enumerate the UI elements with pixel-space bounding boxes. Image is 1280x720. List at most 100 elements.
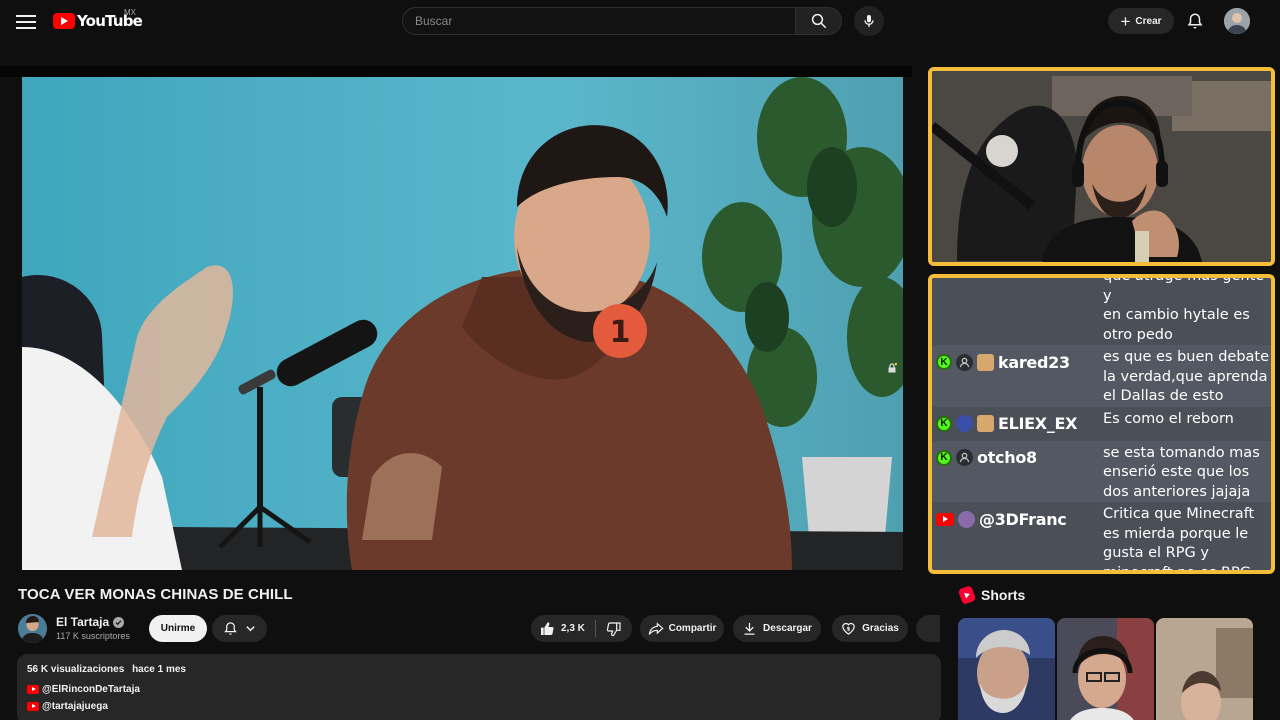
user-avatar: [977, 415, 994, 432]
video-player[interactable]: 1: [22, 77, 903, 570]
top-bar: YouTube MX + Crear: [0, 0, 1280, 42]
search-bar: [402, 7, 842, 35]
short-thumbnail[interactable]: [958, 618, 1055, 720]
download-icon: [744, 622, 755, 635]
thanks-label: Gracias: [862, 623, 899, 634]
youtube-icon: [27, 702, 39, 711]
chat-message-text: Critica que Minecraft es mierda porque l…: [1103, 506, 1255, 574]
chat-message: K ELIEX_EX Es como el reborn: [932, 407, 1271, 441]
kick-badge-icon: K: [936, 354, 952, 370]
plus-icon: +: [1120, 11, 1131, 31]
short-thumbnail[interactable]: [1156, 618, 1253, 720]
join-button[interactable]: Unirme: [149, 615, 207, 642]
chat-message-text: se esta tomando mas enserió este que los…: [1103, 444, 1260, 500]
chevron-down-icon: [246, 626, 255, 632]
video-title: TOCA VER MONAS CHINAS DE CHILL: [18, 586, 293, 603]
streamer-webcam: [928, 67, 1275, 266]
chat-message-text: Es como el reborn: [1103, 410, 1234, 427]
short-thumbnail[interactable]: [1057, 618, 1154, 720]
share-label: Compartir: [668, 623, 717, 634]
chat-username: @3DFranc: [979, 509, 1067, 529]
download-button[interactable]: Descargar: [733, 615, 821, 642]
microphone-icon: [864, 15, 874, 27]
shorts-icon: [957, 585, 977, 605]
chat-message-text: es que es buen debate la verdad,que apre…: [1103, 349, 1270, 404]
avatar-image: [1224, 8, 1250, 34]
short-thumbnail-image: [1156, 618, 1253, 720]
user-icon: [956, 449, 973, 466]
share-button[interactable]: Compartir: [640, 615, 724, 642]
like-button[interactable]: 2,3 K: [531, 615, 595, 642]
stream-chat-overlay: que atrage mas gente y en cambio hytale …: [928, 274, 1275, 574]
chat-message: que atrage mas gente y: [932, 274, 1271, 306]
youtube-badge-icon: [936, 512, 954, 526]
chat-message: en cambio hytale es otro pedo: [932, 306, 1271, 345]
voice-search-button[interactable]: [854, 6, 884, 36]
video-frame: 1: [22, 77, 903, 570]
svg-text:$: $: [847, 626, 851, 632]
channel-link-text: @tartajajuega: [42, 701, 108, 712]
thumbs-up-icon: [541, 621, 554, 635]
dislike-button[interactable]: [596, 615, 632, 642]
chat-list: que atrage mas gente y en cambio hytale …: [932, 274, 1271, 574]
youtube-play-icon: [53, 13, 75, 29]
player-backdrop: [0, 66, 912, 77]
search-input[interactable]: [402, 7, 796, 35]
download-label: Descargar: [763, 623, 812, 634]
like-count: 2,3 K: [561, 623, 585, 634]
verified-icon: [113, 616, 125, 628]
kick-badge-icon: K: [936, 415, 952, 432]
webcam-image: [932, 71, 1271, 262]
create-label: Crear: [1135, 15, 1162, 27]
subscription-notifications-button[interactable]: [212, 615, 267, 642]
chat-message: @3DFranc Critica que Minecraft es mierda…: [932, 502, 1271, 574]
subscriber-count: 117 K suscriptores: [56, 631, 130, 641]
short-thumbnail-image: [1057, 618, 1154, 720]
chat-message-text: que atrage mas gente y: [1103, 274, 1265, 304]
user-icon: [956, 415, 973, 432]
bell-icon: [1187, 13, 1203, 29]
channel-avatar-image: [18, 614, 47, 643]
youtube-icon: [27, 685, 39, 694]
chat-message: K otcho8 se esta tomando mas enserió est…: [932, 440, 1271, 502]
description-channel-link[interactable]: @ElRinconDeTartaja: [27, 684, 140, 695]
create-button[interactable]: + Crear: [1108, 8, 1174, 34]
channel-link-text: @ElRinconDeTartaja: [42, 684, 140, 695]
search-icon: [811, 13, 826, 29]
description-box[interactable]: 56 K visualizaciones hace 1 mes @ElRinco…: [17, 654, 941, 720]
kick-badge-icon: K: [936, 449, 952, 466]
account-avatar[interactable]: [1224, 8, 1250, 34]
channel-avatar[interactable]: [18, 614, 47, 643]
chat-username: otcho8: [977, 448, 1037, 467]
thumbs-down-icon: [606, 621, 621, 636]
youtube-logo[interactable]: YouTube MX: [53, 8, 143, 31]
shorts-title: Shorts: [981, 587, 1026, 603]
chat-username: ELIEX_EX: [998, 414, 1078, 433]
notifications-button[interactable]: [1184, 10, 1206, 32]
channel-name: El Tartaja: [56, 615, 110, 629]
shorts-heading: Shorts: [957, 585, 1026, 605]
channel-name-link[interactable]: El Tartaja: [56, 615, 125, 629]
chat-message: K kared23 es que es buen debate la verda…: [932, 345, 1271, 407]
more-actions-button[interactable]: [916, 615, 940, 642]
chat-username: kared23: [998, 352, 1070, 372]
view-count: 56 K visualizaciones: [27, 664, 125, 675]
heart-dollar-icon: $: [842, 622, 855, 635]
user-icon: [956, 353, 973, 371]
user-avatar: [977, 353, 994, 371]
search-button[interactable]: [796, 7, 842, 35]
description-channel-link[interactable]: @tartajajuega: [27, 701, 108, 712]
logo-region: MX: [124, 8, 136, 17]
user-avatar: [958, 510, 975, 528]
short-thumbnail-image: [958, 618, 1055, 720]
lock-icon: [888, 363, 897, 373]
thanks-button[interactable]: $ Gracias: [832, 615, 908, 642]
chat-message-text: en cambio hytale es otro pedo: [1103, 307, 1250, 343]
svg-text:1: 1: [610, 315, 631, 350]
share-icon: [648, 621, 664, 635]
menu-icon[interactable]: [14, 11, 38, 31]
publish-date: hace 1 mes: [132, 664, 186, 675]
like-dislike-group: 2,3 K: [531, 615, 632, 642]
bell-icon: [224, 622, 237, 635]
description-meta: 56 K visualizaciones hace 1 mes: [27, 664, 191, 675]
